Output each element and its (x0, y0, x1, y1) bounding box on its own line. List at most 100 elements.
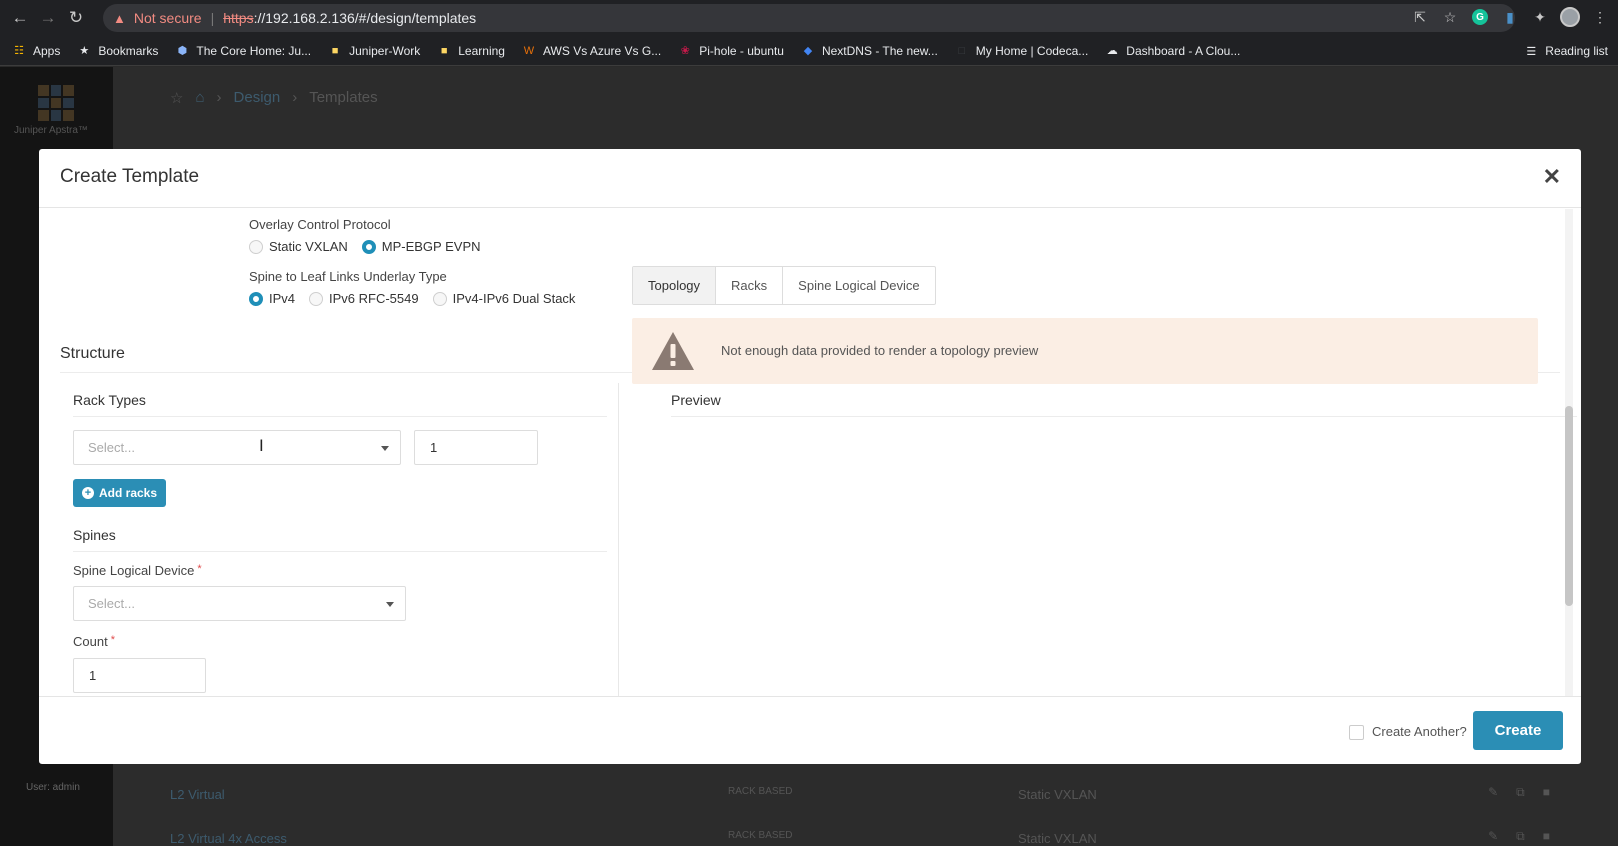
protocol-cell: Static VXLAN (1018, 831, 1097, 846)
scroll-thumb[interactable] (1565, 406, 1573, 606)
home-icon[interactable]: ⌂ (195, 89, 204, 107)
select-placeholder: Select... (88, 440, 135, 455)
create-another-checkbox[interactable] (1349, 725, 1364, 740)
edit-icon[interactable]: ✎ (1488, 785, 1498, 800)
rack-count-value: 1 (430, 440, 438, 455)
app-brand: Juniper Apstra™ (14, 125, 88, 136)
radio-circle[interactable] (309, 291, 324, 306)
count-label-text: Count (73, 634, 108, 649)
modal-header: Create Template ✕ (39, 149, 1581, 208)
radio-circle[interactable] (249, 239, 263, 254)
share-icon[interactable]: ⇱ (1410, 5, 1430, 29)
reading-list-label: Reading list (1545, 44, 1608, 58)
underlay-radio-group: IPv4 IPv6 RFC-5549 IPv4-IPv6 Dual Stack (249, 291, 589, 306)
radio-ipv6-rfc5549[interactable]: IPv6 RFC-5549 (309, 291, 419, 306)
reload-icon[interactable]: ↻ (62, 4, 90, 32)
browser-toolbar: ← → ↻ ▲ Not secure | https ://192.168.2.… (0, 0, 1618, 36)
profile-avatar[interactable] (1560, 5, 1580, 29)
breadcrumb-design[interactable]: Design (234, 89, 281, 107)
tab-spine-logical-device[interactable]: Spine Logical Device (783, 267, 934, 304)
bookmark-item[interactable]: ❀ Pi-hole - ubuntu (678, 44, 784, 58)
security-label: Not secure (133, 10, 202, 26)
radio-dual-stack[interactable]: IPv4-IPv6 Dual Stack (432, 291, 575, 306)
overlay-radio-group: Static VXLAN MP-EBGP EVPN (249, 239, 495, 254)
modal-scrollbar[interactable] (1565, 209, 1573, 696)
breadcrumb-templates: Templates (309, 89, 378, 106)
preview-tabs: Topology Racks Spine Logical Device (632, 266, 936, 305)
close-icon[interactable]: ✕ (1543, 164, 1561, 190)
bookmark-item[interactable]: ☁ Dashboard - A Clou... (1105, 43, 1241, 58)
create-another-label[interactable]: Create Another? (1372, 724, 1467, 739)
forward-arrow-icon[interactable]: → (34, 4, 62, 32)
trash-icon[interactable]: ■ (1543, 785, 1550, 800)
tab-topology[interactable]: Topology (633, 267, 717, 304)
bookmark-item[interactable]: ⬢ The Core Home: Ju... (175, 44, 312, 58)
extension-icon[interactable]: ▮ (1500, 5, 1520, 29)
bookmark-label: Apps (33, 43, 61, 58)
apps-grid-icon: ☷ (14, 45, 24, 57)
divider (73, 551, 607, 552)
url-text: ://192.168.2.136/#/design/templates (253, 10, 477, 26)
clone-icon[interactable]: ⧉ (1516, 829, 1525, 844)
tab-racks[interactable]: Racks (716, 267, 784, 304)
bookmark-item[interactable]: W AWS Vs Azure Vs G... (522, 44, 661, 58)
reading-list-button[interactable]: ☰ Reading list (1524, 36, 1608, 66)
radio-circle[interactable] (432, 291, 447, 306)
template-name[interactable]: L2 Virtual (170, 787, 225, 802)
address-bar[interactable]: ▲ Not secure | https ://192.168.2.136/#/… (103, 4, 1515, 32)
radio-ipv4[interactable]: IPv4 (249, 291, 295, 306)
folder-icon: ■ (331, 44, 339, 57)
text-cursor-icon: I (259, 436, 264, 455)
bookmark-label: My Home | Codeca... (975, 43, 1089, 58)
required-mark: * (197, 563, 202, 575)
bookmark-item[interactable]: ★ Bookmarks (77, 44, 158, 58)
bookmark-star-icon[interactable]: ☆ (1440, 5, 1460, 29)
bookmark-item[interactable]: ☷ Apps (12, 44, 60, 58)
puzzle-icon[interactable]: ✦ (1530, 5, 1550, 29)
underlay-label: Spine to Leaf Links Underlay Type (249, 269, 447, 284)
bookmark-item[interactable]: ◆ NextDNS - The new... (801, 44, 938, 58)
radio-label: IPv6 RFC-5549 (329, 291, 419, 306)
add-racks-button[interactable]: + Add racks (73, 479, 167, 507)
radio-circle-selected[interactable] (361, 239, 376, 254)
back-arrow-icon[interactable]: ← (6, 4, 34, 32)
bookmark-label: Juniper-Work (349, 43, 421, 58)
bookmark-item[interactable]: ■ Juniper-Work (328, 44, 420, 58)
rack-type-select[interactable]: Select... (73, 430, 401, 465)
folder-icon: ■ (440, 44, 448, 57)
spine-count-input[interactable]: 1 (73, 658, 206, 693)
bookmark-label: Learning (458, 43, 505, 58)
table-row[interactable]: L2 Virtual RACK BASED Static VXLAN ✎ ⧉ ■ (160, 779, 1560, 809)
bookmark-item[interactable]: □ My Home | Codeca... (955, 43, 1089, 58)
edit-icon[interactable]: ✎ (1488, 829, 1498, 844)
rack-count-input[interactable]: 1 (414, 430, 538, 465)
table-row[interactable]: L2 Virtual 4x Access RACK BASED Static V… (160, 823, 1560, 846)
caret-down-icon (386, 602, 394, 607)
brand-w-icon: W (523, 44, 535, 57)
create-button[interactable]: Create (1473, 711, 1563, 750)
trash-icon[interactable]: ■ (1543, 829, 1550, 844)
spines-title: Spines (73, 527, 116, 543)
favorite-star-icon[interactable]: ☆ (170, 89, 183, 107)
breadcrumb-sep: › (216, 89, 222, 106)
clone-icon[interactable]: ⧉ (1516, 785, 1525, 800)
radio-mp-ebgp-evpn[interactable]: MP-EBGP EVPN (361, 239, 481, 254)
hexagon-icon: ⬢ (177, 45, 188, 57)
required-mark: * (110, 634, 115, 646)
radio-label: IPv4 (269, 291, 296, 306)
radio-circle-selected[interactable] (249, 291, 263, 306)
bookmark-item[interactable]: ■ Learning (437, 44, 505, 58)
spine-count-value: 1 (89, 668, 97, 683)
spine-device-label: Spine Logical Device * (73, 563, 202, 578)
radio-static-vxlan[interactable]: Static VXLAN (249, 239, 348, 254)
url-protocol: https (223, 10, 254, 26)
type-badge: RACK BASED (728, 830, 793, 841)
bookmark-label: Dashboard - A Clou... (1126, 43, 1241, 58)
alert-message: Not enough data provided to render a top… (721, 343, 1039, 358)
user-label: User: admin (26, 782, 80, 793)
spine-device-select[interactable]: Select... (73, 586, 406, 621)
menu-kebab-icon[interactable]: ⋮ (1590, 5, 1610, 29)
grammarly-icon[interactable]: G (1470, 5, 1490, 29)
template-name[interactable]: L2 Virtual 4x Access (170, 831, 287, 846)
modal-title: Create Template (60, 166, 200, 187)
